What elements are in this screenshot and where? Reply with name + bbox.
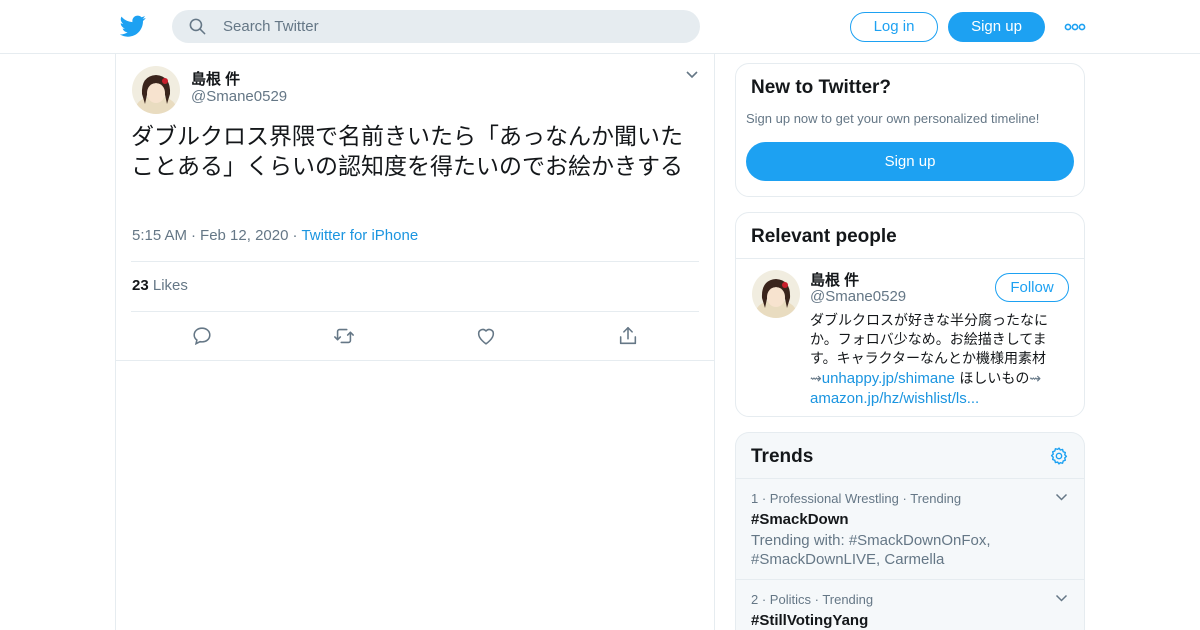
tweet-metadata: 5:15 AM · Feb 12, 2020 · Twitter for iPhone — [132, 227, 419, 244]
card-title: Relevant people — [751, 226, 897, 247]
new-to-twitter-card: New to Twitter? Sign up now to get your … — [735, 63, 1085, 197]
author-handle[interactable]: @Smane0529 — [191, 88, 287, 105]
search-icon — [189, 18, 206, 35]
login-button[interactable]: Log in — [850, 12, 938, 42]
divider — [116, 360, 714, 361]
chevron-down-icon[interactable] — [1055, 493, 1068, 502]
link-icon: ⇝ — [810, 371, 822, 387]
card-subtitle: Sign up now to get your own personalized… — [746, 111, 1040, 126]
bio-link[interactable]: amazon.jp/hz/wishlist/ls... — [810, 390, 979, 407]
more-options-icon[interactable] — [1064, 17, 1086, 37]
search-box[interactable]: Search Twitter — [172, 10, 700, 43]
gear-icon[interactable] — [1049, 446, 1069, 466]
follow-button[interactable]: Follow — [995, 273, 1069, 302]
trend-meta: 2 · Politics · Trending — [751, 592, 874, 607]
person-handle[interactable]: @Smane0529 — [810, 288, 906, 305]
signup-big-button[interactable]: Sign up — [746, 142, 1074, 181]
trend-hashtag[interactable]: #StillVotingYang — [751, 612, 868, 629]
likes-label: Likes — [152, 277, 188, 294]
top-navigation-bar: Search Twitter Log in Sign up — [0, 0, 1200, 54]
trend-item[interactable]: 1 · Professional Wrestling · Trending #S… — [736, 478, 1084, 579]
divider — [736, 258, 1084, 259]
avatar-illustration-icon — [132, 66, 180, 114]
tweet-date[interactable]: Feb 12, 2020 — [200, 227, 288, 244]
reply-icon[interactable] — [191, 325, 213, 347]
trend-rank: 2 — [751, 592, 759, 607]
trend-meta: 1 · Professional Wrestling · Trending — [751, 491, 962, 506]
trend-category: Professional Wrestling — [769, 491, 899, 506]
like-heart-icon[interactable] — [475, 325, 497, 347]
divider — [131, 261, 699, 262]
card-title: New to Twitter? — [751, 77, 892, 98]
trend-category: Politics — [769, 592, 811, 607]
chevron-down-icon[interactable] — [685, 70, 699, 80]
likes-count[interactable]: 23 Likes — [132, 277, 188, 294]
signup-button[interactable]: Sign up — [948, 12, 1045, 42]
bio-text-mid: ほしいもの — [954, 371, 1030, 387]
trends-card: Trends 1 · Professional Wrestling · Tren… — [735, 432, 1085, 630]
bio-link[interactable]: unhappy.jp/shimane — [822, 370, 955, 387]
avatar-illustration-icon — [752, 270, 800, 318]
person-bio: ダブルクロスが好きな半分腐ったなにか。フォロバ少なめ。お絵描きしてます。キャラク… — [810, 312, 1072, 409]
trend-hashtag[interactable]: #SmackDown — [751, 511, 849, 528]
tweet-source-link[interactable]: Twitter for iPhone — [301, 227, 418, 244]
tweet-detail: 島根 件 @Smane0529 ダブルクロス界隈で名前きいたら「あっなんか聞いた… — [115, 54, 715, 630]
trend-related: Trending with: #SmackDownOnFox, #SmackDo… — [751, 532, 991, 568]
bio-text: ダブルクロスが好きな半分腐ったなにか。フォロバ少なめ。お絵描きしてます。キャラク… — [810, 313, 1048, 367]
likes-number: 23 — [132, 277, 149, 294]
author-name[interactable]: 島根 件 — [191, 68, 240, 89]
avatar[interactable] — [132, 66, 180, 114]
share-icon[interactable] — [617, 325, 639, 347]
avatar[interactable] — [752, 270, 800, 318]
twitter-bird-logo-icon[interactable] — [120, 13, 146, 39]
divider — [131, 311, 699, 312]
retweet-icon[interactable] — [333, 325, 355, 347]
search-input[interactable]: Search Twitter — [223, 18, 319, 35]
chevron-down-icon[interactable] — [1055, 594, 1068, 603]
trend-item[interactable]: 2 · Politics · Trending #StillVotingYang — [736, 579, 1084, 630]
trend-rank: 1 — [751, 491, 759, 506]
link-icon: ⇝ — [1029, 371, 1042, 387]
tweet-time[interactable]: 5:15 AM — [132, 227, 187, 244]
trend-status: Trending — [822, 592, 874, 607]
tweet-text: ダブルクロス界隈で名前きいたら「あっなんか聞いたことある」くらいの認知度を得たい… — [131, 124, 683, 180]
card-title: Trends — [751, 446, 814, 467]
relevant-people-card: Relevant people 島根 件 @Smane0529 Follow ダ… — [735, 212, 1085, 417]
trend-status: Trending — [910, 491, 962, 506]
person-name[interactable]: 島根 件 — [810, 269, 859, 290]
